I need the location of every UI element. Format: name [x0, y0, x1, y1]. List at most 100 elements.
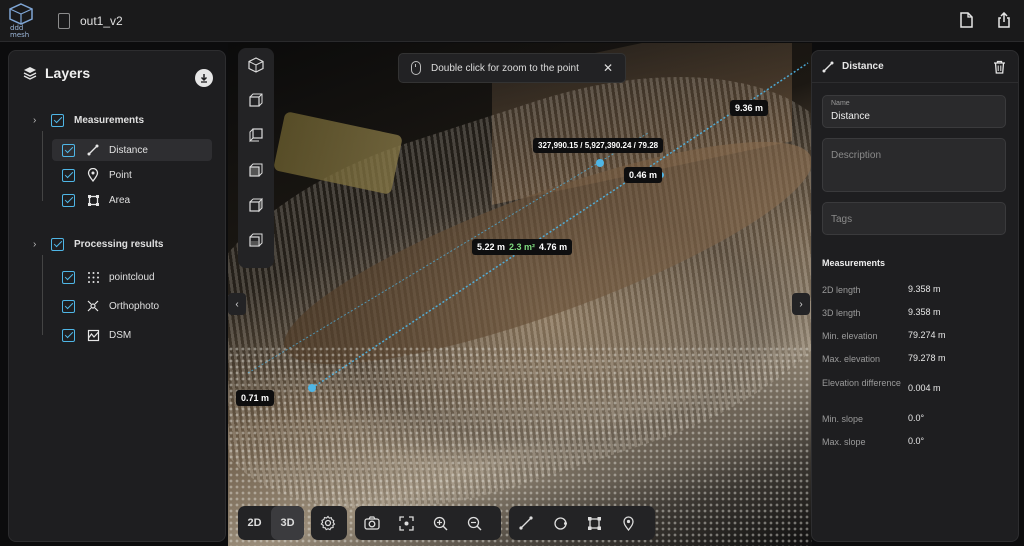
layer-label: DSM: [109, 329, 132, 341]
project-name[interactable]: out1_v2: [80, 14, 123, 28]
checkbox[interactable]: [62, 299, 75, 313]
view-cube-toolbar: [238, 48, 274, 268]
top-bar: ddd mesh out1_v2: [0, 0, 1024, 42]
layer-label: pointcloud: [109, 271, 155, 283]
2d-mode-button[interactable]: 2D: [238, 506, 271, 540]
chevron-left-icon: ‹: [235, 298, 239, 310]
group-title: Processing results: [74, 238, 164, 250]
measure-point-start: [308, 384, 316, 392]
app-logo[interactable]: ddd mesh: [8, 2, 44, 39]
layer-item-pointcloud[interactable]: pointcloud: [52, 266, 155, 288]
view-cube-front-icon[interactable]: [245, 89, 267, 111]
layers-panel: Layers › Measurements Distance Point Are…: [8, 50, 226, 542]
mouse-icon: [411, 61, 421, 75]
pin-icon: [85, 168, 101, 182]
measure-circle-button[interactable]: [543, 506, 577, 540]
layer-group-measurements[interactable]: › Measurements: [33, 109, 144, 131]
measurement-lines: [247, 62, 809, 392]
layer-group-processing-results[interactable]: › Processing results: [33, 233, 163, 255]
measure-point-button[interactable]: [611, 506, 645, 540]
3d-viewport[interactable]: 327,990.15 / 5,927,390.24 / 79.28 9.36 m…: [228, 43, 812, 546]
layer-item-area[interactable]: Area: [52, 189, 130, 211]
gear-icon: [320, 515, 336, 531]
checkbox[interactable]: [62, 143, 75, 157]
trash-icon[interactable]: [993, 60, 1006, 79]
total-distance-label: 9.36 m: [730, 100, 769, 116]
name-field[interactable]: Name Distance: [822, 95, 1006, 128]
view-cube-back-icon[interactable]: [245, 124, 267, 146]
zoom-in-icon: [433, 516, 447, 530]
group-title: Measurements: [74, 114, 145, 126]
view-cube-top-icon[interactable]: [245, 54, 267, 76]
zoom-in-button[interactable]: [423, 506, 457, 540]
settings-button[interactable]: [311, 506, 345, 540]
checkbox[interactable]: [62, 328, 75, 342]
segment-label: 0.71 m: [236, 390, 275, 406]
name-field-label: Name: [831, 100, 850, 107]
camera-icon: [364, 516, 380, 530]
zoom-out-icon: [467, 516, 481, 530]
layer-item-point[interactable]: Point: [52, 164, 132, 186]
chevron-right-icon: ›: [799, 298, 803, 310]
description-field[interactable]: Description: [822, 138, 1006, 192]
zoom-out-button[interactable]: [457, 506, 491, 540]
logo-text: ddd mesh: [10, 23, 30, 39]
description-placeholder: Description: [831, 150, 882, 161]
layer-label: Point: [109, 169, 132, 181]
download-icon[interactable]: [195, 69, 213, 87]
focus-icon: [398, 515, 414, 531]
measure-area-button[interactable]: [577, 506, 611, 540]
pin-icon: [622, 515, 634, 531]
measurements-title: Measurements: [822, 258, 886, 268]
checkbox[interactable]: [51, 237, 64, 251]
layer-label: Orthophoto: [109, 300, 160, 312]
measure-distance-button[interactable]: [509, 506, 543, 540]
collapse-left-panel-button[interactable]: ‹: [228, 293, 246, 315]
view-cube-right-icon[interactable]: [245, 194, 267, 216]
properties-panel: Distance Name Distance Description Tags …: [811, 50, 1019, 542]
area-value: 2.3 m²: [509, 242, 536, 252]
checkbox[interactable]: [51, 113, 64, 127]
area-label: 5.22 m 2.3 m² 4.76 m: [472, 239, 573, 255]
3d-mode-button[interactable]: 3D: [271, 506, 304, 540]
properties-title: Distance: [842, 61, 884, 72]
logo-cube-icon: [9, 2, 33, 25]
collapse-right-panel-button[interactable]: ›: [792, 293, 810, 315]
hint-text: Double click for zoom to the point: [431, 62, 579, 74]
ruler-icon: [85, 143, 101, 157]
area-icon: [85, 193, 101, 207]
width-b-value: 4.76 m: [539, 242, 568, 252]
layers-title: Layers: [45, 65, 91, 81]
layer-item-orthophoto[interactable]: Orthophoto: [52, 295, 159, 317]
layer-item-distance[interactable]: Distance: [52, 139, 212, 161]
orthophoto-icon: [85, 299, 101, 313]
chevron-right-icon[interactable]: ›: [33, 115, 43, 126]
segment-label: 0.46 m: [624, 167, 663, 183]
screenshot-button[interactable]: [355, 506, 389, 540]
tags-field[interactable]: Tags: [822, 202, 1006, 235]
circle-measure-icon: [553, 516, 567, 530]
width-a-value: 5.22 m: [477, 242, 506, 252]
focus-button[interactable]: [389, 506, 423, 540]
close-icon[interactable]: ✕: [603, 61, 613, 75]
view-cube-left-icon[interactable]: [245, 159, 267, 181]
layer-label: Distance: [109, 144, 148, 156]
area-icon: [587, 516, 601, 530]
checkbox[interactable]: [62, 168, 75, 182]
checkbox[interactable]: [62, 193, 75, 207]
layer-label: Area: [109, 194, 131, 206]
view-cube-bottom-icon[interactable]: [245, 229, 267, 251]
measure-point-mid: [596, 159, 604, 167]
file-icon[interactable]: [956, 10, 976, 30]
chevron-right-icon[interactable]: ›: [33, 239, 43, 250]
pointcloud-icon: [85, 270, 101, 284]
measure-tools-group: [509, 506, 655, 540]
share-icon[interactable]: [994, 10, 1014, 30]
layer-item-dsm[interactable]: DSM: [52, 324, 131, 346]
settings-group: [311, 506, 347, 540]
project-document-icon: [58, 12, 70, 29]
checkbox[interactable]: [62, 270, 75, 284]
hint-toast: Double click for zoom to the point ✕: [398, 53, 626, 83]
dsm-icon: [85, 328, 101, 342]
layers-icon: [23, 67, 37, 80]
